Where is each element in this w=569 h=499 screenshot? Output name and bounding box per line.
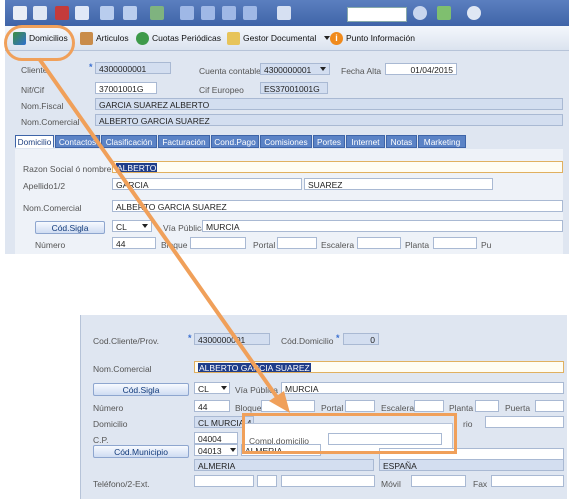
arrow-head: [269, 391, 290, 413]
annotation-arrow: [38, 58, 290, 413]
arrow-shaft: [38, 58, 281, 402]
